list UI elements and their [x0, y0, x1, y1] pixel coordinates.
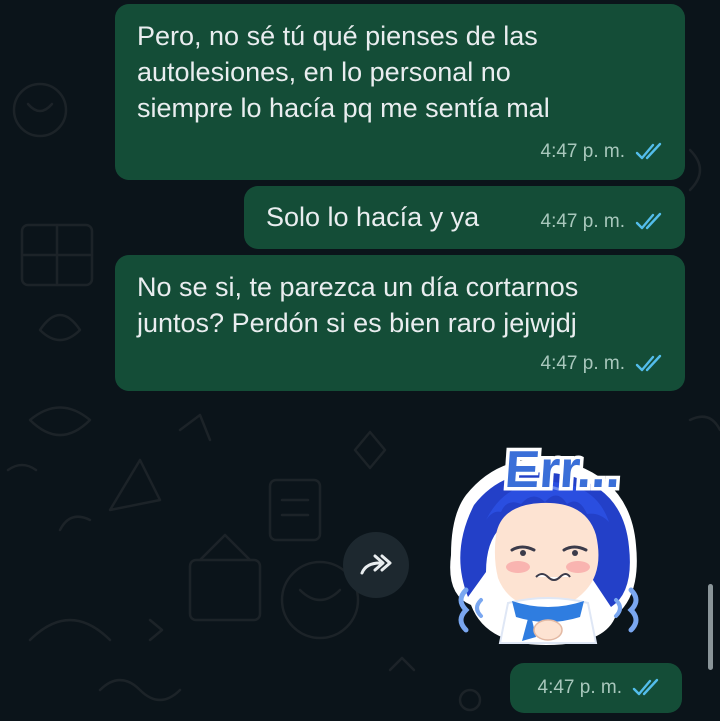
sticker-text: Err...	[503, 441, 623, 499]
message-text: Solo lo hacía y ya	[266, 202, 480, 232]
message-meta: 4:47 p. m.	[541, 134, 666, 170]
double-check-icon	[635, 212, 662, 230]
message-text: Pero, no sé tú qué pienses de las autole…	[137, 21, 550, 123]
message-time: 4:47 p. m.	[540, 211, 626, 232]
double-check-icon	[632, 678, 659, 696]
message-text: No se si, te parezca un día cortarnos ju…	[137, 272, 579, 338]
message-bubble[interactable]: Solo lo hacía y ya 4:47 p. m.	[244, 186, 685, 249]
message-bubble[interactable]: No se si, te parezca un día cortarnos ju…	[115, 255, 685, 391]
scrollbar-thumb[interactable]	[708, 584, 713, 670]
message-time: 4:47 p. m.	[537, 677, 623, 698]
message-bubble[interactable]: Pero, no sé tú qué pienses de las autole…	[115, 4, 685, 180]
forward-button[interactable]	[343, 532, 409, 598]
message-meta: 4:47 p. m.	[538, 677, 663, 699]
message-meta: 4:47 p. m.	[541, 346, 666, 382]
double-check-icon	[635, 142, 662, 160]
double-check-icon	[635, 354, 662, 372]
message-time: 4:47 p. m.	[540, 353, 626, 374]
forward-icon	[360, 554, 392, 575]
message-meta: 4:47 p. m.	[541, 204, 666, 240]
sticker-time-pill: 4:47 p. m.	[510, 663, 682, 713]
message-time: 4:47 p. m.	[540, 141, 626, 162]
chat-view: Pero, no sé tú qué pienses de las autole…	[0, 0, 720, 721]
sticker[interactable]: Err...	[426, 425, 686, 655]
